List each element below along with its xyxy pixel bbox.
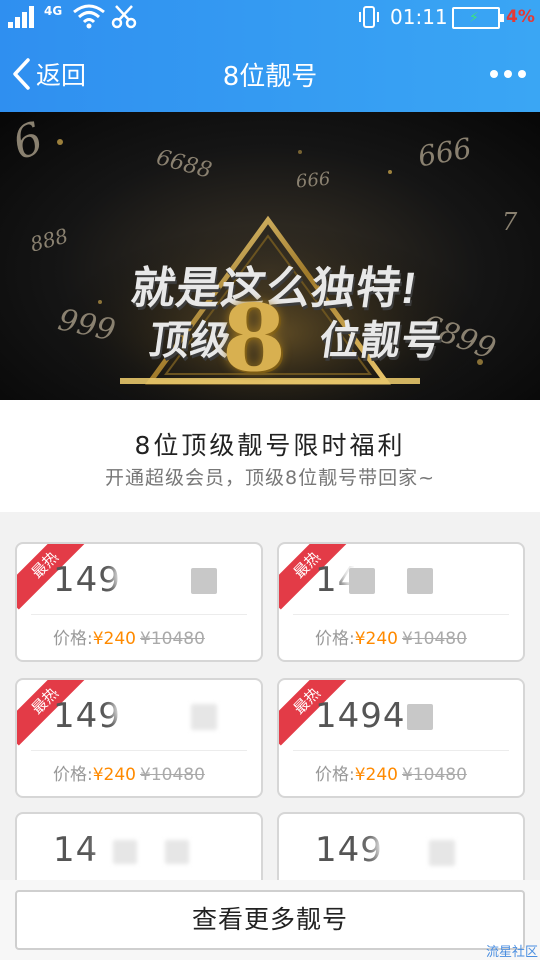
price-row: 价格:¥240 ¥10480 — [53, 760, 205, 785]
card-number: 149 — [53, 560, 121, 600]
status-bar: 4G 01:11 ⚡ 4% — [0, 0, 540, 36]
price-row: 价格:¥240 ¥10480 — [315, 760, 467, 785]
price-now: ¥240 — [354, 765, 398, 785]
card-number: 1494 — [315, 696, 406, 736]
banner-bg-number: 666 — [295, 168, 332, 193]
price-label: 价格: — [315, 629, 355, 649]
banner-bg-number: 7 — [502, 208, 518, 236]
price-old: ¥10480 — [140, 765, 205, 785]
banner-subheadline-right: 位靓号 — [316, 319, 446, 363]
price-row: 价格:¥240 ¥10480 — [315, 624, 467, 649]
price-row: 价格:¥240 ¥10480 — [53, 624, 205, 649]
promo-subtitle: 开通超级会员，顶级8位靓号带回家~ — [104, 467, 435, 489]
price-label: 价格: — [53, 765, 93, 785]
card-number: 14 — [53, 830, 99, 870]
battery-charging-icon: ⚡ — [452, 7, 504, 29]
card-number: 149 — [53, 696, 121, 736]
price-label: 价格: — [315, 765, 355, 785]
signal-icon — [8, 6, 38, 28]
price-old: ¥10480 — [402, 765, 467, 785]
page-title: 8位靓号 — [222, 62, 318, 92]
number-card[interactable]: 149 — [277, 812, 525, 890]
price-now: ¥240 — [92, 629, 136, 649]
banner-eight: 8 — [222, 284, 287, 392]
nav-bar: 返回 8位靓号 — [0, 36, 540, 112]
promo-banner: 6 6688 666 666 888 7 999 6899 就是这么独特! 顶级… — [0, 112, 540, 400]
network-type: 4G — [44, 4, 63, 18]
price-old: ¥10480 — [402, 629, 467, 649]
card-number: 149 — [315, 830, 383, 870]
view-more-button[interactable]: 查看更多靓号 — [15, 890, 525, 950]
wifi-icon — [73, 4, 105, 29]
price-old: ¥10480 — [140, 629, 205, 649]
vibrate-icon — [359, 6, 379, 28]
number-card[interactable]: 最热 149 价格:¥240 ¥10480 — [15, 678, 263, 798]
number-card[interactable]: 最热 149 价格:¥240 ¥10480 — [15, 542, 263, 662]
number-card[interactable]: 最热 14 价格:¥240 ¥10480 — [277, 542, 525, 662]
watermark: 流星社区 — [485, 945, 538, 960]
banner-subheadline: 顶级 位靓号 — [146, 308, 447, 366]
promo-section: 8位顶级靓号限时福利 开通超级会员，顶级8位靓号带回家~ — [0, 400, 540, 512]
clock: 01:11 — [390, 5, 448, 29]
price-now: ¥240 — [354, 629, 398, 649]
battery-percent: 4% — [506, 7, 535, 27]
number-grid: 最热 149 价格:¥240 ¥10480 最热 14 价格:¥240 ¥10480… — [0, 512, 540, 890]
number-card[interactable]: 14 — [15, 812, 263, 890]
bottom-bar: 查看更多靓号 流星社区 — [0, 880, 540, 960]
scissors-icon — [111, 5, 137, 29]
price-now: ¥240 — [92, 765, 136, 785]
price-label: 价格: — [53, 629, 93, 649]
more-dots-icon[interactable] — [488, 62, 528, 86]
promo-title: 8位顶级靓号限时福利 — [134, 431, 406, 460]
number-card[interactable]: 最热 1494 价格:¥240 ¥10480 — [277, 678, 525, 798]
